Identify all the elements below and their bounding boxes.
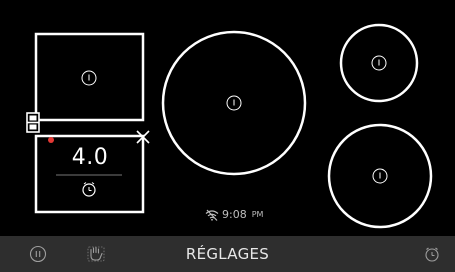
bottom-bar: RÉGLAGES <box>0 236 455 272</box>
zone-top-right[interactable] <box>339 23 419 103</box>
clock-time: 9:08 <box>222 208 247 221</box>
cooktop-zones <box>26 23 433 229</box>
zone-bottom-right[interactable] <box>327 123 433 229</box>
kitchen-timer-icon[interactable] <box>423 245 441 263</box>
zone-left-top[interactable] <box>34 32 145 122</box>
zone-timer-icon[interactable] <box>82 182 96 197</box>
bridge-toggle-icon[interactable] <box>26 112 40 133</box>
cooktop-screen: 4.0 9:08 PM RÉGLAGES <box>0 0 455 272</box>
clock-ampm: PM <box>251 210 264 219</box>
power-level-display[interactable]: 4.0 <box>60 145 120 170</box>
zone-center-large[interactable] <box>161 30 307 176</box>
settings-button[interactable]: RÉGLAGES <box>0 245 455 263</box>
active-indicator-dot <box>48 137 54 143</box>
wifi-off-icon <box>205 209 219 221</box>
status-area: 9:08 PM <box>205 208 263 221</box>
